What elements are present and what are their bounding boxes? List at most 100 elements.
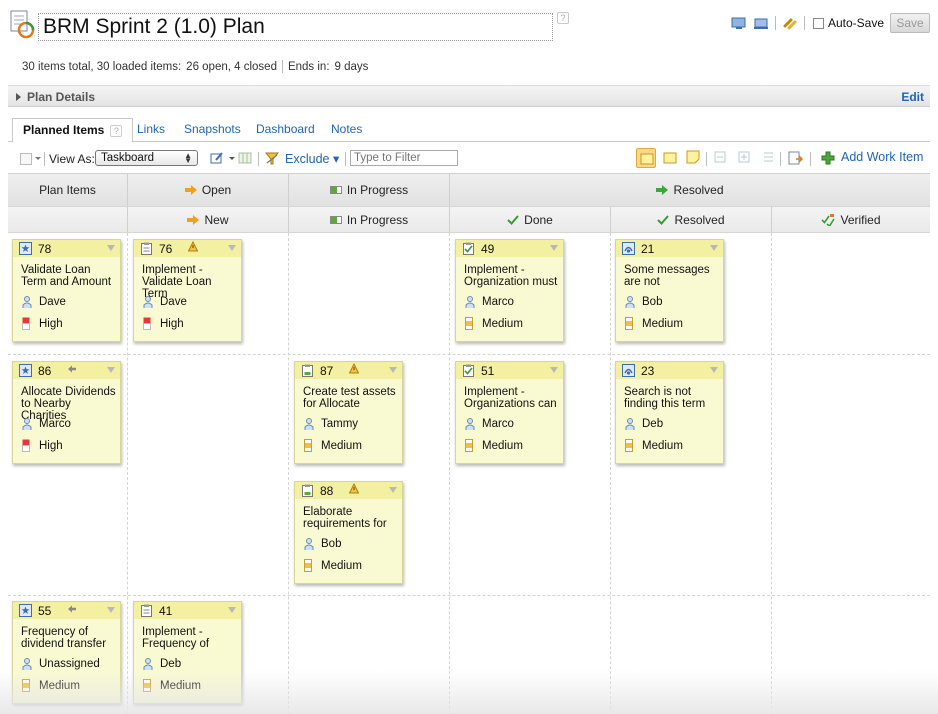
plan-details-label[interactable]: Plan Details [27, 90, 95, 104]
work-item-card[interactable]: 23 Search is not finding this term Deb M… [615, 361, 724, 464]
card-id[interactable]: 78 [38, 242, 51, 256]
card-title[interactable]: Implement - Validate Loan Term [142, 264, 240, 300]
card-id[interactable]: 41 [159, 604, 172, 618]
card-title[interactable]: Implement - Organization must [464, 264, 562, 288]
card-id[interactable]: 49 [481, 242, 494, 256]
card-menu-icon[interactable] [228, 245, 236, 251]
autosave-checkbox[interactable] [812, 17, 824, 29]
card-id[interactable]: 87 [320, 364, 333, 378]
card-priority[interactable]: Medium [482, 318, 523, 330]
card-priority[interactable]: Medium [160, 680, 201, 692]
view-as-select[interactable]: Taskboard ▲ ▼ [95, 150, 198, 166]
card-id[interactable]: 23 [641, 364, 654, 378]
select-all-checkbox[interactable] [20, 153, 32, 165]
card-owner[interactable]: Marco [482, 296, 514, 308]
card-menu-icon[interactable] [228, 607, 236, 613]
card-owner[interactable]: Bob [642, 296, 662, 308]
card-owner[interactable]: Deb [642, 418, 663, 430]
card-menu-icon[interactable] [550, 245, 558, 251]
work-item-card[interactable]: 51 Implement - Organizations can Marco M… [455, 361, 564, 464]
work-item-card[interactable]: 86 Allocate Dividends to Nearby Charitie… [12, 361, 121, 464]
edit-view-icon[interactable] [210, 151, 224, 165]
card-title[interactable]: Some messages are not [624, 264, 722, 288]
card-priority[interactable]: High [39, 440, 63, 452]
card-menu-icon[interactable] [710, 367, 718, 373]
tab-planned-items[interactable]: Planned Items? [12, 118, 134, 143]
tab-snapshots[interactable]: Snapshots [184, 118, 241, 142]
export-icon[interactable] [788, 150, 804, 166]
work-item-card[interactable]: 88 Elaborate requirements for Bob Medium [294, 481, 403, 584]
save-button[interactable]: Save [890, 13, 930, 33]
card-owner[interactable]: Deb [160, 658, 181, 670]
work-item-card[interactable]: 41 Implement - Frequency of Deb Medium [133, 601, 242, 704]
columns-icon[interactable] [238, 151, 254, 165]
card-menu-icon[interactable] [389, 367, 397, 373]
card-id[interactable]: 55 [38, 604, 51, 618]
card-owner[interactable]: Tammy [321, 418, 358, 430]
work-item-card[interactable]: 76 Implement - Validate Loan Term Dave H… [133, 239, 242, 342]
card-id[interactable]: 51 [481, 364, 494, 378]
card-priority[interactable]: Medium [39, 680, 80, 692]
card-title[interactable]: Allocate Dividends to Nearby Charities [21, 386, 119, 422]
card-owner[interactable]: Bob [321, 538, 341, 550]
note-icon[interactable] [663, 152, 677, 164]
card-menu-icon[interactable] [389, 487, 397, 493]
chevron-down-icon[interactable] [35, 157, 41, 160]
tab-links[interactable]: Links [137, 118, 165, 142]
card-priority[interactable]: Medium [321, 440, 362, 452]
card-id[interactable]: 21 [641, 242, 654, 256]
card-menu-icon[interactable] [107, 367, 115, 373]
card-title[interactable]: Validate Loan Term and Amount [21, 264, 119, 288]
card-title[interactable]: Create test assets for Allocate [303, 386, 401, 410]
plan-title-field[interactable]: BRM Sprint 2 (1.0) Plan [38, 13, 553, 41]
card-owner[interactable]: Unassigned [39, 658, 100, 670]
work-item-card[interactable]: 21 Some messages are not Bob Medium [615, 239, 724, 342]
card-id[interactable]: 86 [38, 364, 51, 378]
card-title[interactable]: Search is not finding this term [624, 386, 722, 410]
work-item-card[interactable]: 49 Implement - Organization must Marco M… [455, 239, 564, 342]
card-priority[interactable]: Medium [642, 318, 683, 330]
chevron-down-icon[interactable] [229, 157, 235, 160]
card-title[interactable]: Frequency of dividend transfer [21, 626, 119, 650]
card-menu-icon[interactable] [710, 245, 718, 251]
card-priority[interactable]: Medium [482, 440, 523, 452]
card-owner[interactable]: Dave [39, 296, 66, 308]
work-item-card[interactable]: 78 Validate Loan Term and Amount Dave Hi… [12, 239, 121, 342]
view-mode-toggle-active[interactable] [636, 148, 656, 168]
card-id[interactable]: 76 [159, 242, 172, 256]
link-icon[interactable] [782, 15, 798, 31]
list-icon[interactable] [762, 150, 774, 164]
card-title[interactable]: Implement - Organizations can [464, 386, 562, 410]
work-item-card[interactable]: 87 Create test assets for Allocate Tammy… [294, 361, 403, 464]
card-priority[interactable]: High [39, 318, 63, 330]
exclude-dropdown[interactable]: Exclude ▾ [285, 151, 339, 166]
expand-arrow-icon[interactable] [16, 93, 21, 101]
card-priority[interactable]: High [160, 318, 184, 330]
card-owner[interactable]: Marco [482, 418, 514, 430]
card-priority[interactable]: Medium [642, 440, 683, 452]
card-title[interactable]: Implement - Frequency of [142, 626, 240, 650]
edit-details-link[interactable]: Edit [901, 90, 924, 104]
tab-notes[interactable]: Notes [331, 118, 362, 142]
add-work-item-link[interactable]: Add Work Item [841, 150, 923, 164]
screen-icon[interactable] [731, 15, 747, 31]
collapse-icon[interactable] [714, 151, 726, 163]
card-owner[interactable]: Marco [39, 418, 71, 430]
card-menu-icon[interactable] [550, 367, 558, 373]
card-menu-icon[interactable] [107, 607, 115, 613]
plan-details-bar[interactable]: Plan Details Edit [8, 85, 930, 107]
help-icon[interactable]: ? [110, 125, 123, 137]
card-menu-icon[interactable] [107, 245, 115, 251]
card-title[interactable]: Elaborate requirements for [303, 506, 401, 530]
screen-share-icon[interactable] [753, 15, 769, 31]
card-priority[interactable]: Medium [321, 560, 362, 572]
help-icon[interactable]: ? [557, 12, 569, 24]
add-icon[interactable] [821, 151, 835, 165]
filter-input[interactable] [350, 150, 458, 166]
exclude-filter-icon[interactable] [264, 150, 280, 166]
card-id[interactable]: 88 [320, 484, 333, 498]
work-item-card[interactable]: 55 Frequency of dividend transfer Unassi… [12, 601, 121, 704]
expand-icon[interactable] [738, 151, 750, 163]
card-owner[interactable]: Dave [160, 296, 187, 308]
tab-dashboard[interactable]: Dashboard [256, 118, 315, 142]
